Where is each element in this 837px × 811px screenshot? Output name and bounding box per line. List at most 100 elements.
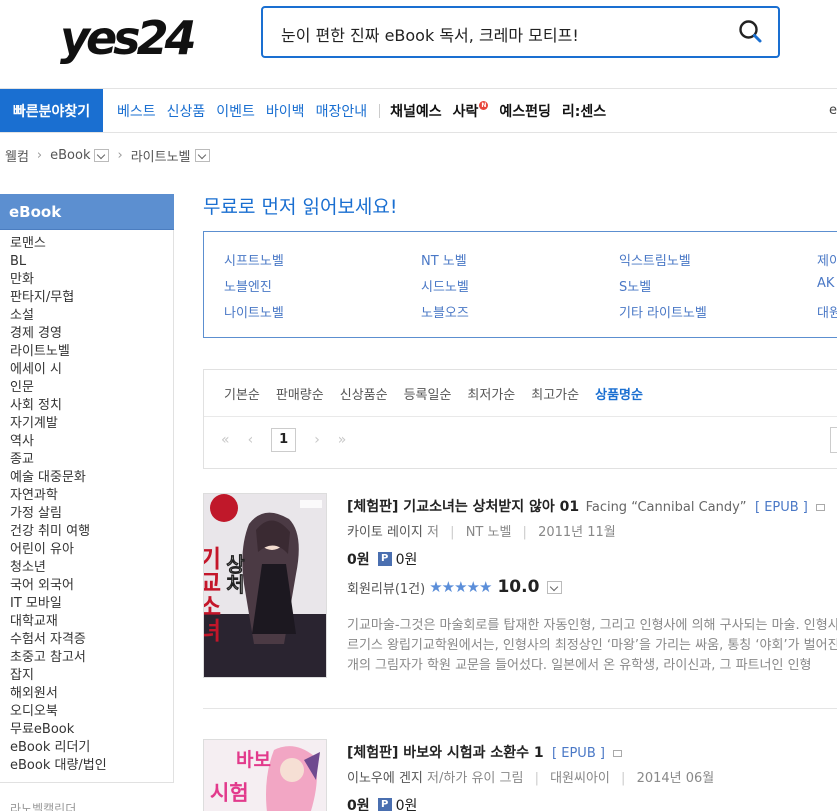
product-title-text[interactable]: [체험판] 기교소녀는 상처받지 않아 01 [347, 499, 579, 515]
product-price: 0원 P 0원 [347, 549, 417, 569]
last-page-icon[interactable]: » [338, 432, 347, 448]
author-link[interactable]: 카이토 레이지 [347, 525, 423, 540]
price-value: 0원 [347, 798, 370, 811]
sidebar-item[interactable]: 청소년 [10, 559, 173, 577]
sidebar-item[interactable]: 건강 취미 여행 [10, 523, 173, 541]
free-link[interactable]: 나이트노벨 [224, 302, 284, 321]
sidebar-item[interactable]: 에세이 시 [10, 361, 173, 379]
next-page-icon[interactable]: › [314, 432, 320, 448]
sidebar-item[interactable]: 자연과학 [10, 487, 173, 505]
first-page-icon[interactable]: « [221, 432, 230, 448]
sidebar-item[interactable]: 무료eBook [10, 721, 173, 739]
nav-best[interactable]: 베스트 [117, 101, 156, 121]
sidebar-item[interactable]: 사회 정치 [10, 397, 173, 415]
breadcrumb-ebook[interactable]: eBook [50, 148, 90, 163]
sidebar-item[interactable]: 인문 [10, 379, 173, 397]
author-link[interactable]: 이노우에 겐지 [347, 771, 423, 786]
sort-option[interactable]: 등록일순 [404, 384, 452, 403]
sidebar-footer-link[interactable]: 라노벨캘린더 [10, 800, 76, 811]
free-link[interactable]: NT 노벨 [421, 250, 467, 269]
free-link[interactable]: 시프트노벨 [224, 250, 284, 269]
sidebar-item[interactable]: 판타지/무협 [10, 289, 173, 307]
new-window-icon[interactable] [613, 749, 623, 757]
sidebar-item[interactable]: 국어 외국어 [10, 577, 173, 595]
free-link[interactable]: 노블오즈 [421, 302, 469, 321]
sidebar-item[interactable]: IT 모바일 [10, 595, 173, 613]
sidebar-item[interactable]: 잡지 [10, 667, 173, 685]
free-link[interactable]: S노벨 [619, 276, 651, 295]
search-box[interactable]: 눈이 편한 진짜 eBook 독서, 크레마 모티프! [261, 6, 780, 58]
free-link[interactable]: 대원 [817, 302, 837, 321]
breadcrumb-lightnovel[interactable]: 라이트노벨 [131, 146, 191, 165]
price-value: 0원 [347, 552, 370, 568]
nav-items: 베스트 신상품 이벤트 바이백 매장안내 채널예스 사락 N 예스펀딩 리:센스 [117, 89, 617, 132]
sidebar-item[interactable]: 예술 대중문화 [10, 469, 173, 487]
sort-bar: 기본순 판매량순 신상품순 등록일순 최저가순 최고가순 상품명순 « ‹ 1 … [203, 369, 837, 469]
review-count-link[interactable]: 회원리뷰(1건) [347, 578, 425, 597]
free-link[interactable]: 기타 라이트노벨 [619, 302, 707, 321]
new-window-icon[interactable] [816, 503, 826, 511]
sort-option[interactable]: 최저가순 [467, 384, 515, 403]
sidebar-item[interactable]: BL [10, 253, 173, 271]
sidebar-item[interactable]: 어린이 유아 [10, 541, 173, 559]
nav-event[interactable]: 이벤트 [216, 101, 255, 121]
free-link[interactable]: 익스트림노벨 [619, 250, 691, 269]
sidebar-item[interactable]: 해외원서 [10, 685, 173, 703]
sort-option[interactable]: 신상품순 [340, 384, 388, 403]
sidebar-item[interactable]: 만화 [10, 271, 173, 289]
view-option-button[interactable] [830, 427, 837, 453]
sort-option-active[interactable]: 상품명순 [595, 384, 643, 403]
nav-overflow-text[interactable]: e [829, 103, 837, 118]
logo[interactable]: yes24 [58, 8, 200, 65]
main-nav: 빠른분야찾기 베스트 신상품 이벤트 바이백 매장안내 채널예스 사락 N 예스펀… [0, 88, 837, 133]
nav-buyback[interactable]: 바이백 [266, 101, 305, 121]
sidebar-item[interactable]: 소설 [10, 307, 173, 325]
sidebar-item[interactable]: eBook 리더기 [10, 739, 173, 757]
chevron-down-icon[interactable] [94, 149, 110, 162]
sidebar-item[interactable]: eBook 대량/법인 [10, 757, 173, 775]
format-badge: [ EPUB ] [552, 746, 605, 761]
breadcrumb-home[interactable]: 웰컴 [5, 146, 29, 165]
book-cover[interactable]: 기교소녀 상처 [203, 493, 327, 678]
sort-option[interactable]: 기본순 [224, 384, 260, 403]
free-link[interactable]: 제이 [817, 250, 837, 269]
search-icon[interactable] [738, 19, 764, 45]
book-cover[interactable]: 바보 시험 [203, 739, 327, 811]
sidebar-item[interactable]: 대학교재 [10, 613, 173, 631]
free-link[interactable]: AK [817, 276, 834, 291]
sidebar-item[interactable]: 역사 [10, 433, 173, 451]
product-title[interactable]: [체험판] 기교소녀는 상처받지 않아 01 Facing “Cannibal … [347, 496, 826, 516]
sidebar-title[interactable]: eBook [0, 194, 174, 230]
search-input[interactable]: 눈이 편한 진짜 eBook 독서, 크레마 모티프! [281, 22, 579, 46]
sidebar-item[interactable]: 로맨스 [10, 235, 173, 253]
publisher-link[interactable]: 대원씨아이 [550, 771, 610, 786]
nav-store-info[interactable]: 매장안내 [316, 101, 368, 121]
nav-sarak[interactable]: 사락 N [453, 100, 489, 121]
nav-new[interactable]: 신상품 [167, 101, 206, 121]
nav-channel-yes[interactable]: 채널예스 [390, 101, 442, 121]
product-title[interactable]: [체험판] 바보와 시험과 소환수 1 [ EPUB ] [347, 742, 623, 762]
sidebar-item[interactable]: 오디오북 [10, 703, 173, 721]
sidebar-item[interactable]: 라이트노벨 [10, 343, 173, 361]
sidebar-item[interactable]: 가정 살림 [10, 505, 173, 523]
format-badge: [ EPUB ] [754, 500, 808, 515]
sidebar-item[interactable]: 종교 [10, 451, 173, 469]
sidebar-item[interactable]: 초중고 참고서 [10, 649, 173, 667]
nav-license[interactable]: 리:센스 [562, 101, 606, 121]
product-title-text[interactable]: [체험판] 바보와 시험과 소환수 1 [347, 745, 544, 761]
sidebar-item[interactable]: 경제 경영 [10, 325, 173, 343]
sort-option[interactable]: 판매량순 [276, 384, 324, 403]
page-number[interactable]: 1 [271, 428, 297, 452]
free-link[interactable]: 노블엔진 [224, 276, 272, 295]
publisher-link[interactable]: NT 노벨 [466, 525, 512, 540]
free-link[interactable]: 시드노벨 [421, 276, 469, 295]
new-badge: N [479, 100, 489, 110]
sidebar-item[interactable]: 자기계발 [10, 415, 173, 433]
quick-category-button[interactable]: 빠른분야찾기 [0, 89, 103, 132]
chevron-down-icon[interactable] [194, 149, 210, 162]
nav-yes-funding[interactable]: 예스펀딩 [499, 101, 551, 121]
chevron-down-icon[interactable] [547, 580, 563, 594]
sidebar-item[interactable]: 수험서 자격증 [10, 631, 173, 649]
prev-page-icon[interactable]: ‹ [248, 432, 254, 448]
sort-option[interactable]: 최고가순 [531, 384, 579, 403]
